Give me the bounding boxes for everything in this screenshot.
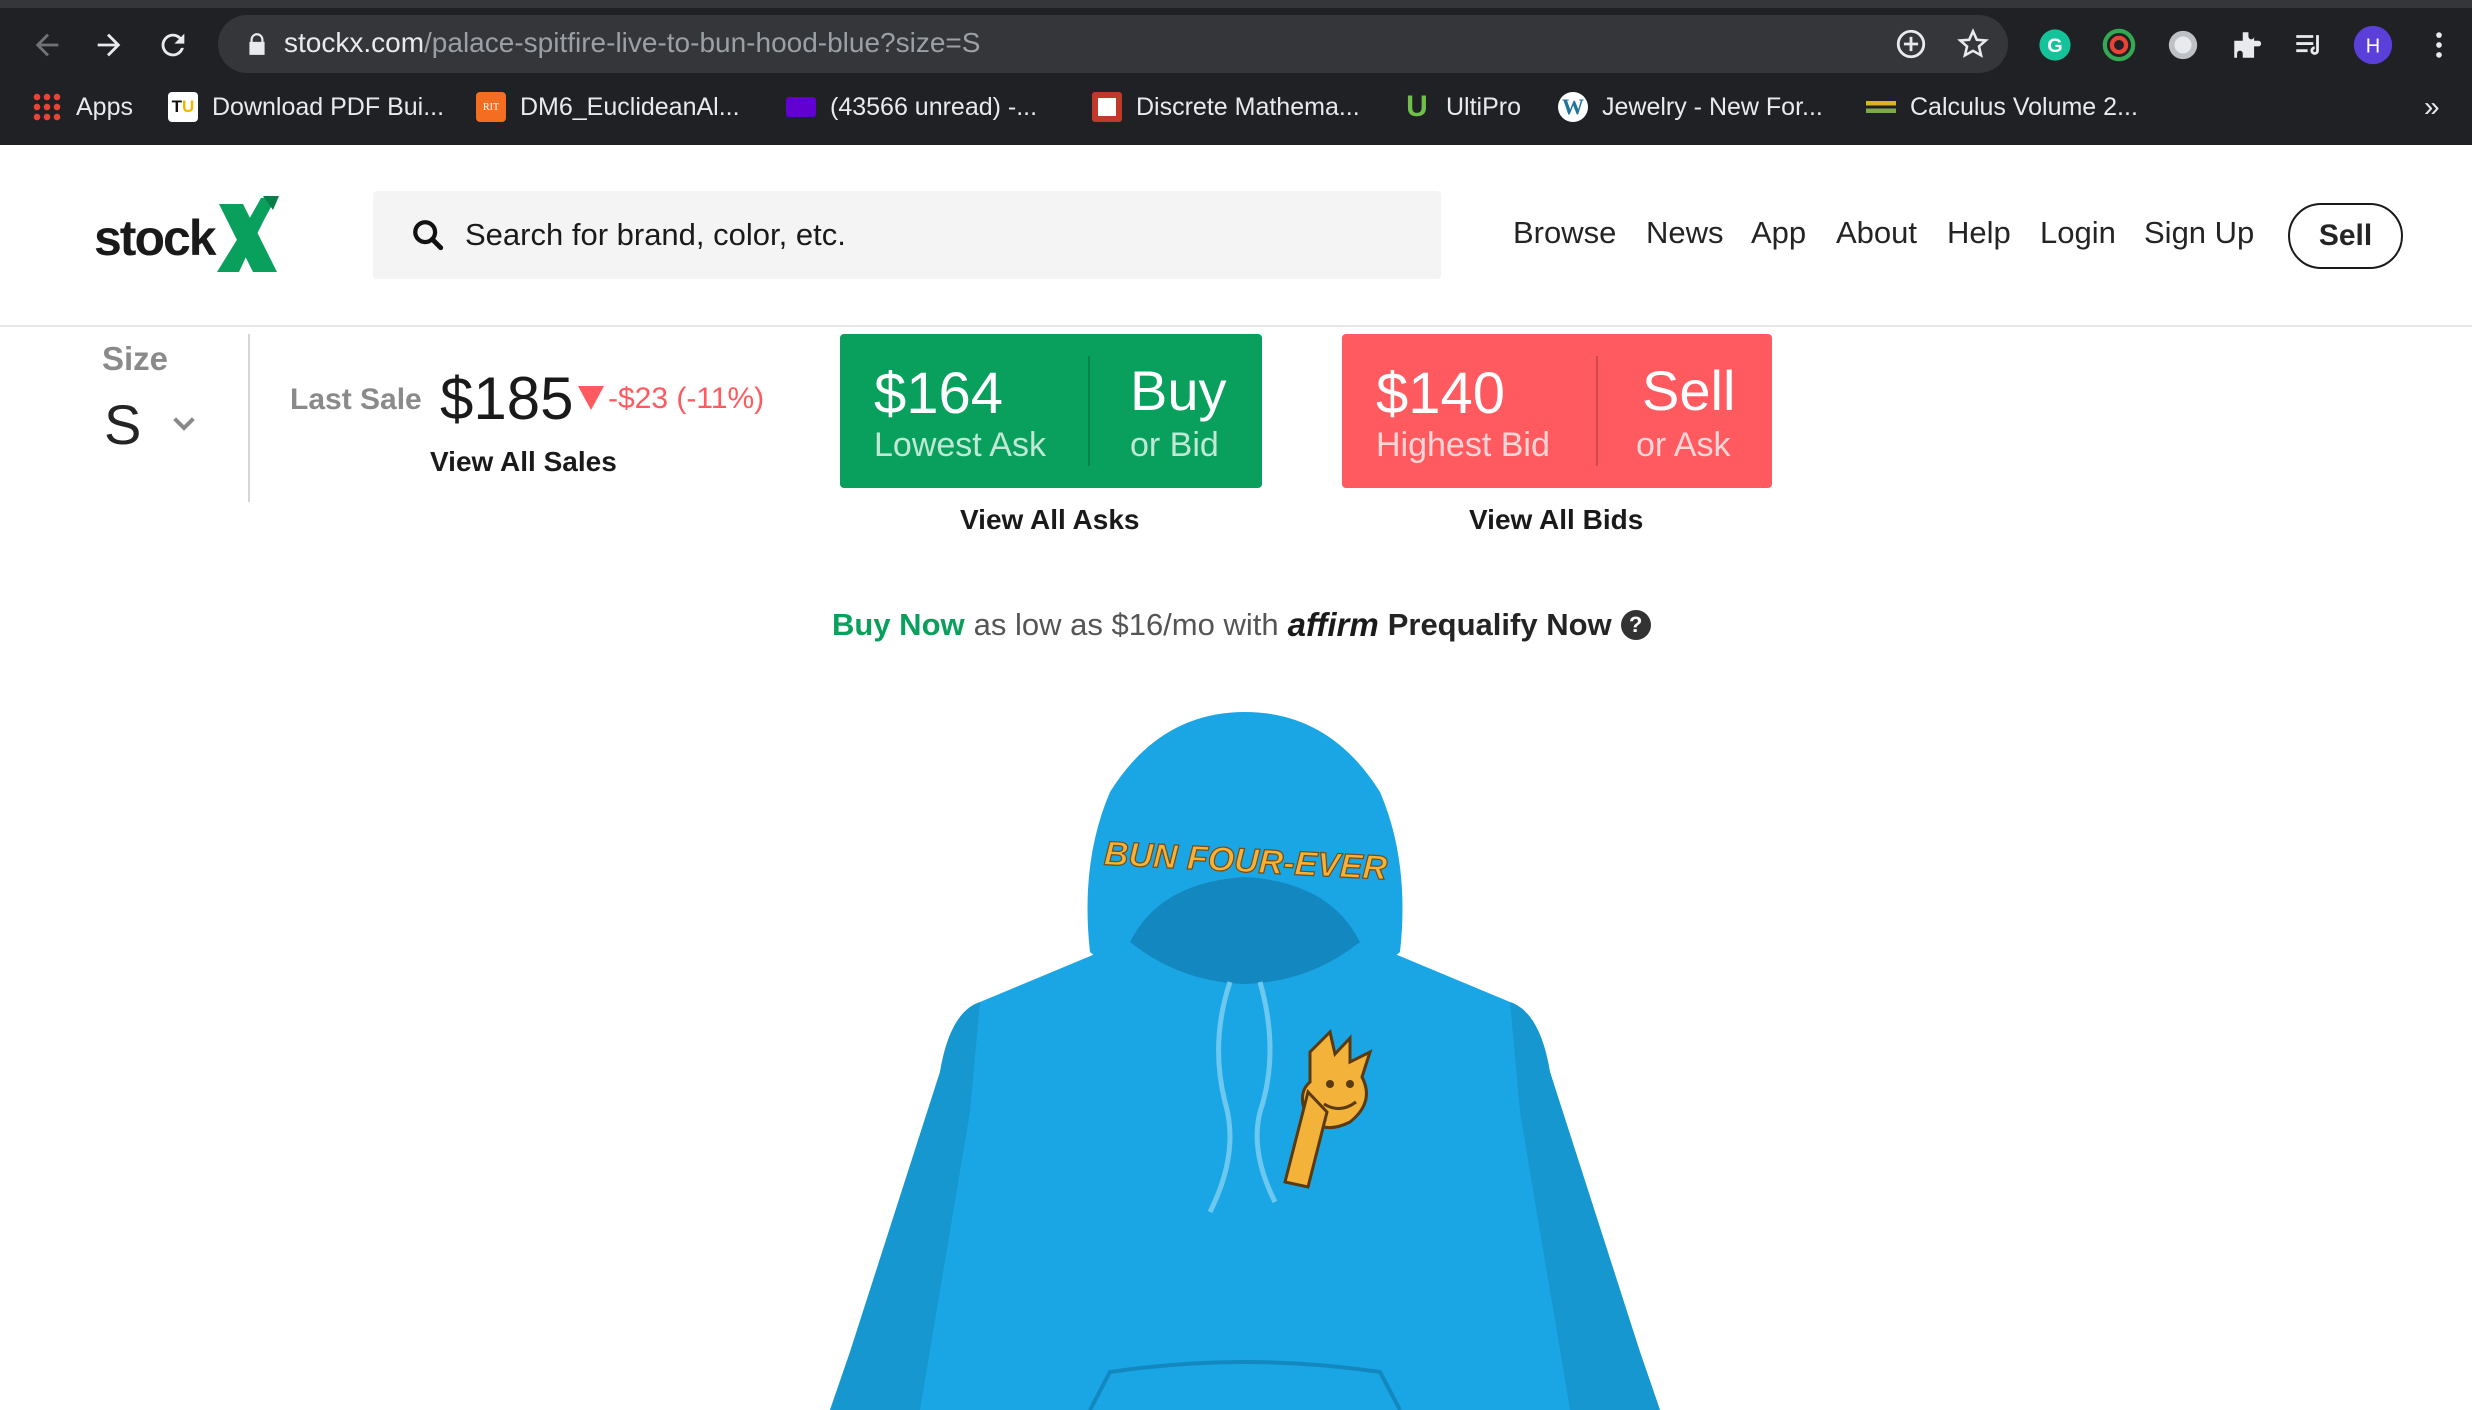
install-app-icon[interactable]	[1894, 27, 1928, 61]
sell-label: Sell	[1642, 359, 1736, 422]
search-bar	[373, 191, 1441, 279]
browser-menu-icon[interactable]	[2418, 24, 2460, 66]
book-icon	[1092, 92, 1122, 122]
nav-browse[interactable]: Browse	[1513, 215, 1616, 251]
back-icon[interactable]	[20, 18, 74, 72]
tab-strip-edge	[0, 0, 2472, 8]
nav-news[interactable]: News	[1646, 215, 1724, 251]
extension-circle-icon[interactable]	[2162, 24, 2204, 66]
bookmark-download-pdf[interactable]: TU Download PDF Bui...	[168, 86, 444, 128]
profile-avatar[interactable]: H	[2352, 24, 2394, 66]
url-path: /palace-spitfire-live-to-bun-hood-blue?s…	[424, 27, 981, 58]
extensions-puzzle-icon[interactable]	[2226, 24, 2268, 66]
last-sale-price: $185	[440, 365, 574, 432]
stockx-logo[interactable]: stock	[94, 193, 281, 283]
buy-button[interactable]: $164 Lowest Ask Buy or Bid	[840, 334, 1262, 488]
site-header: stock Browse News App About Help Login S…	[0, 145, 2472, 327]
last-sale-change-value: -$23 (-11%)	[608, 382, 765, 415]
media-queue-icon[interactable]	[2288, 24, 2330, 66]
bookmark-label: (43566 unread) -...	[830, 92, 1038, 121]
highest-bid-label: Highest Bid	[1376, 426, 1550, 464]
size-divider	[248, 334, 250, 502]
sell-sub-label: or Ask	[1636, 426, 1731, 464]
header-sell-button[interactable]: Sell	[2288, 203, 2403, 269]
ultipro-icon: U	[1406, 90, 1428, 123]
affirm-logo: affirm	[1287, 606, 1379, 643]
size-selector[interactable]: S	[104, 392, 141, 457]
apps-grid-icon	[32, 92, 62, 122]
size-label: Size	[102, 340, 169, 377]
bookmarks-bar: Apps TU Download PDF Bui... RIT DM6_Eucl…	[0, 86, 2472, 142]
grammarly-icon[interactable]: G	[2034, 24, 2076, 66]
view-all-asks-link[interactable]: View All Asks	[960, 504, 1140, 536]
bookmark-label: Jewelry - New For...	[1602, 92, 1823, 121]
down-arrow-icon	[578, 386, 604, 410]
browser-chrome: stockx.com/palace-spitfire-live-to-bun-h…	[0, 0, 2472, 145]
bookmark-calculus[interactable]: Calculus Volume 2...	[1866, 86, 2138, 128]
last-sale-label: Last Sale	[290, 383, 422, 416]
search-icon	[413, 220, 444, 251]
bookmark-label: Download PDF Bui...	[212, 92, 445, 121]
url-domain: stockx.com	[284, 27, 425, 58]
svg-text:G: G	[2047, 35, 2062, 57]
buy-sub-label: or Bid	[1130, 426, 1219, 464]
nav-sign-up[interactable]: Sign Up	[2144, 215, 2254, 251]
lowest-ask-label: Lowest Ask	[874, 426, 1046, 464]
wordpress-icon: W	[1558, 92, 1588, 122]
url-text[interactable]: stockx.com/palace-spitfire-live-to-bun-h…	[284, 27, 980, 59]
bookmark-dm6[interactable]: RIT DM6_EuclideanAl...	[476, 86, 740, 128]
lock-icon	[249, 33, 265, 55]
sell-button[interactable]: $140 Highest Bid Sell or Ask	[1342, 334, 1772, 488]
affirm-financing-banner: Buy Now as low as $16/mo with affirm Pre…	[832, 606, 1651, 644]
logo-wordmark: stock	[94, 210, 217, 266]
search-input[interactable]	[465, 191, 1415, 279]
bookmark-label: UltiPro	[1446, 92, 1522, 121]
prequalify-link[interactable]: Prequalify Now	[1388, 607, 1612, 643]
extension-target-icon[interactable]	[2098, 24, 2140, 66]
bookmarks-overflow-button[interactable]: »	[2424, 86, 2440, 128]
chevron-down-icon[interactable]	[168, 408, 200, 440]
last-sale-change: -$23 (-11%)	[578, 382, 764, 416]
address-bar[interactable]: stockx.com/palace-spitfire-live-to-bun-h…	[218, 15, 2008, 73]
lowest-ask-price: $164	[874, 361, 1004, 426]
profile-initial: H	[2366, 36, 2380, 58]
forward-icon[interactable]	[82, 18, 136, 72]
highest-bid-price: $140	[1376, 361, 1506, 426]
bookmark-label: Calculus Volume 2...	[1910, 92, 2138, 121]
nav-login[interactable]: Login	[2040, 215, 2116, 251]
bookmark-mail[interactable]: (43566 unread) -...	[786, 86, 1037, 128]
help-circle-icon[interactable]: ?	[1620, 610, 1651, 640]
bookmark-discrete-math[interactable]: Discrete Mathema...	[1092, 86, 1360, 128]
nav-help[interactable]: Help	[1947, 215, 2011, 251]
bookmark-label: Discrete Mathema...	[1136, 92, 1360, 121]
mail-icon	[786, 97, 816, 117]
sell-separator	[1596, 356, 1598, 466]
logo-x-mark	[216, 196, 279, 272]
bookmark-star-icon[interactable]	[1956, 27, 1990, 61]
bookmark-jewelry[interactable]: W Jewelry - New For...	[1558, 86, 1823, 128]
affirm-text: as low as $16/mo with	[973, 607, 1279, 642]
bookmark-ultipro[interactable]: U UltiPro	[1402, 86, 1521, 128]
bookmark-label: Apps	[76, 92, 133, 121]
bookmark-label: DM6_EuclideanAl...	[520, 92, 740, 121]
reload-icon[interactable]	[146, 18, 200, 72]
tu-icon: TU	[168, 92, 198, 122]
bookmark-apps[interactable]: Apps	[32, 86, 133, 128]
view-all-sales-link[interactable]: View All Sales	[430, 446, 617, 478]
books-icon	[1866, 92, 1896, 122]
rit-icon: RIT	[476, 92, 506, 122]
nav-about[interactable]: About	[1836, 215, 1917, 251]
product-image: BUN FOUR-EVER	[830, 712, 1660, 1410]
nav-app[interactable]: App	[1751, 215, 1806, 251]
affirm-buy-now-link[interactable]: Buy Now	[832, 607, 965, 643]
view-all-bids-link[interactable]: View All Bids	[1469, 504, 1643, 536]
buy-label: Buy	[1130, 359, 1227, 422]
buy-separator	[1088, 356, 1090, 466]
